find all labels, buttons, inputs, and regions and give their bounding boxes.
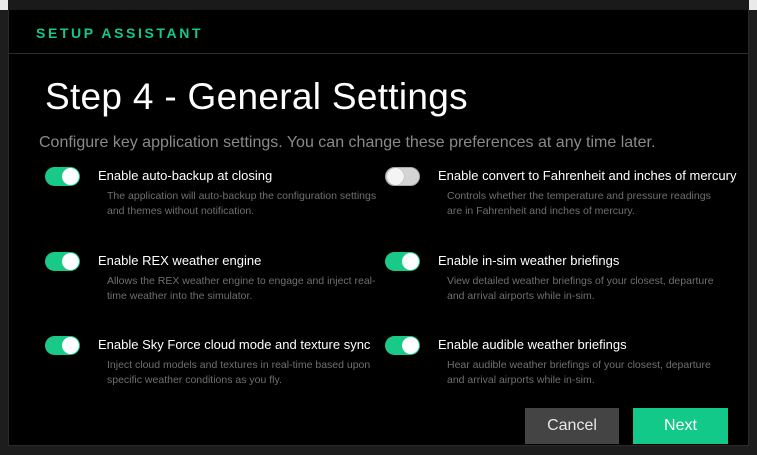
toggle-knob	[402, 337, 419, 354]
setting-description: Inject cloud models and textures in real…	[107, 359, 371, 386]
setup-window: SETUP ASSISTANT Step 4 - General Setting…	[8, 10, 749, 446]
toggle-knob	[62, 253, 79, 270]
toggle-knob	[62, 337, 79, 354]
toggle-in-sim-briefings[interactable]	[385, 252, 420, 271]
setting-label: Enable convert to Fahrenheit and inches …	[438, 168, 737, 183]
toggle-fahrenheit[interactable]	[385, 167, 420, 186]
setting-label: Enable REX weather engine	[98, 253, 262, 268]
top-strip-dark	[8, 0, 749, 10]
setting-description: Hear audible weather briefings of your c…	[447, 359, 711, 386]
setting-label: Enable auto-backup at closing	[98, 168, 273, 183]
cancel-button[interactable]: Cancel	[525, 408, 619, 444]
setting-description: The application will auto-backup the con…	[107, 190, 377, 217]
top-strip	[0, 0, 757, 10]
toggle-rex-weather-engine[interactable]	[45, 252, 80, 271]
toggle-audible-briefings[interactable]	[385, 336, 420, 355]
page-subtitle: Configure key application settings. You …	[39, 134, 656, 151]
setting-label: Enable audible weather briefings	[438, 337, 627, 352]
toggle-auto-backup[interactable]	[45, 167, 80, 186]
toggle-knob	[387, 168, 404, 185]
header-title: SETUP ASSISTANT	[36, 25, 204, 41]
setting-description: View detailed weather briefings of your …	[447, 275, 714, 302]
setting-label: Enable Sky Force cloud mode and texture …	[98, 337, 371, 352]
setting-description: Allows the REX weather engine to engage …	[107, 275, 376, 302]
header: SETUP ASSISTANT	[9, 10, 748, 54]
setting-description: Controls whether the temperature and pre…	[447, 190, 711, 217]
toggle-knob	[62, 168, 79, 185]
toggle-sky-force[interactable]	[45, 336, 80, 355]
page-title: Step 4 - General Settings	[45, 76, 468, 117]
setting-label: Enable in-sim weather briefings	[438, 253, 620, 268]
next-button[interactable]: Next	[633, 408, 728, 444]
toggle-knob	[402, 253, 419, 270]
